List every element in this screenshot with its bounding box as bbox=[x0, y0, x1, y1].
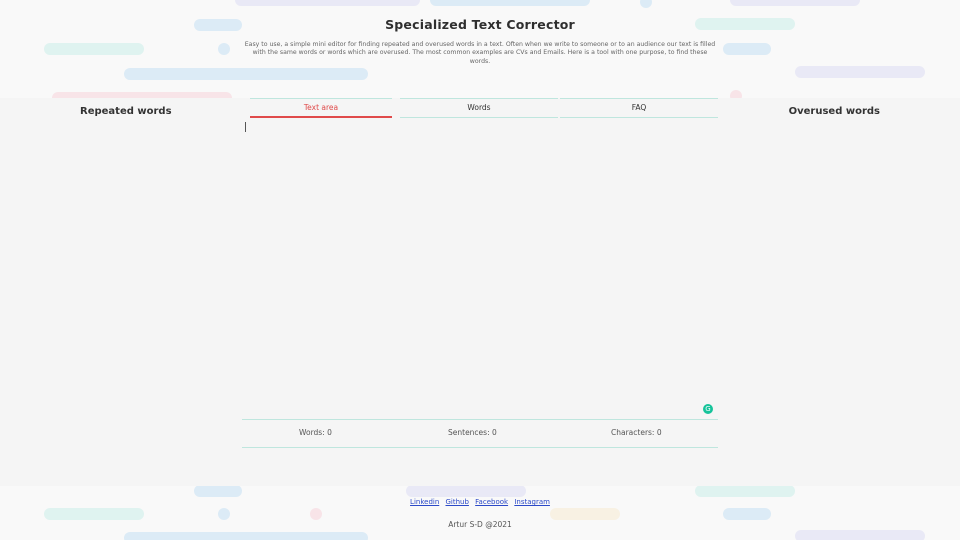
text-editor[interactable] bbox=[242, 118, 718, 420]
tab-words[interactable]: Words bbox=[400, 98, 558, 118]
tab-text-area[interactable]: Text area bbox=[250, 98, 392, 118]
page-description: Easy to use, a simple mini editor for fi… bbox=[244, 41, 716, 65]
text-cursor bbox=[245, 122, 246, 132]
page-title: Specialized Text Corrector bbox=[0, 17, 960, 32]
tab-bar: Text area Words FAQ bbox=[242, 98, 718, 118]
page-footer: Linkedin Github Facebook Instagram Artur… bbox=[0, 486, 960, 540]
social-links: Linkedin Github Facebook Instagram bbox=[0, 498, 960, 506]
overused-words-title: Overused words bbox=[788, 106, 880, 117]
copyright: Artur S-D @2021 bbox=[448, 520, 512, 529]
linkedin-link[interactable]: Linkedin bbox=[410, 498, 439, 506]
facebook-link[interactable]: Facebook bbox=[475, 498, 508, 506]
stats-bar: Words: 0 Sentences: 0 Characters: 0 bbox=[242, 419, 718, 448]
sentence-count: Sentences: 0 bbox=[448, 428, 497, 437]
tab-faq[interactable]: FAQ bbox=[560, 98, 718, 118]
github-link[interactable]: Github bbox=[446, 498, 469, 506]
instagram-link[interactable]: Instagram bbox=[514, 498, 550, 506]
character-count: Characters: 0 bbox=[611, 428, 662, 437]
grammarly-icon[interactable]: G bbox=[703, 404, 713, 414]
main-section: Repeated words Overused words Text area … bbox=[0, 98, 960, 486]
word-count: Words: 0 bbox=[299, 428, 332, 437]
page-header: Specialized Text Corrector Easy to use, … bbox=[0, 0, 960, 98]
repeated-words-title: Repeated words bbox=[80, 106, 172, 117]
